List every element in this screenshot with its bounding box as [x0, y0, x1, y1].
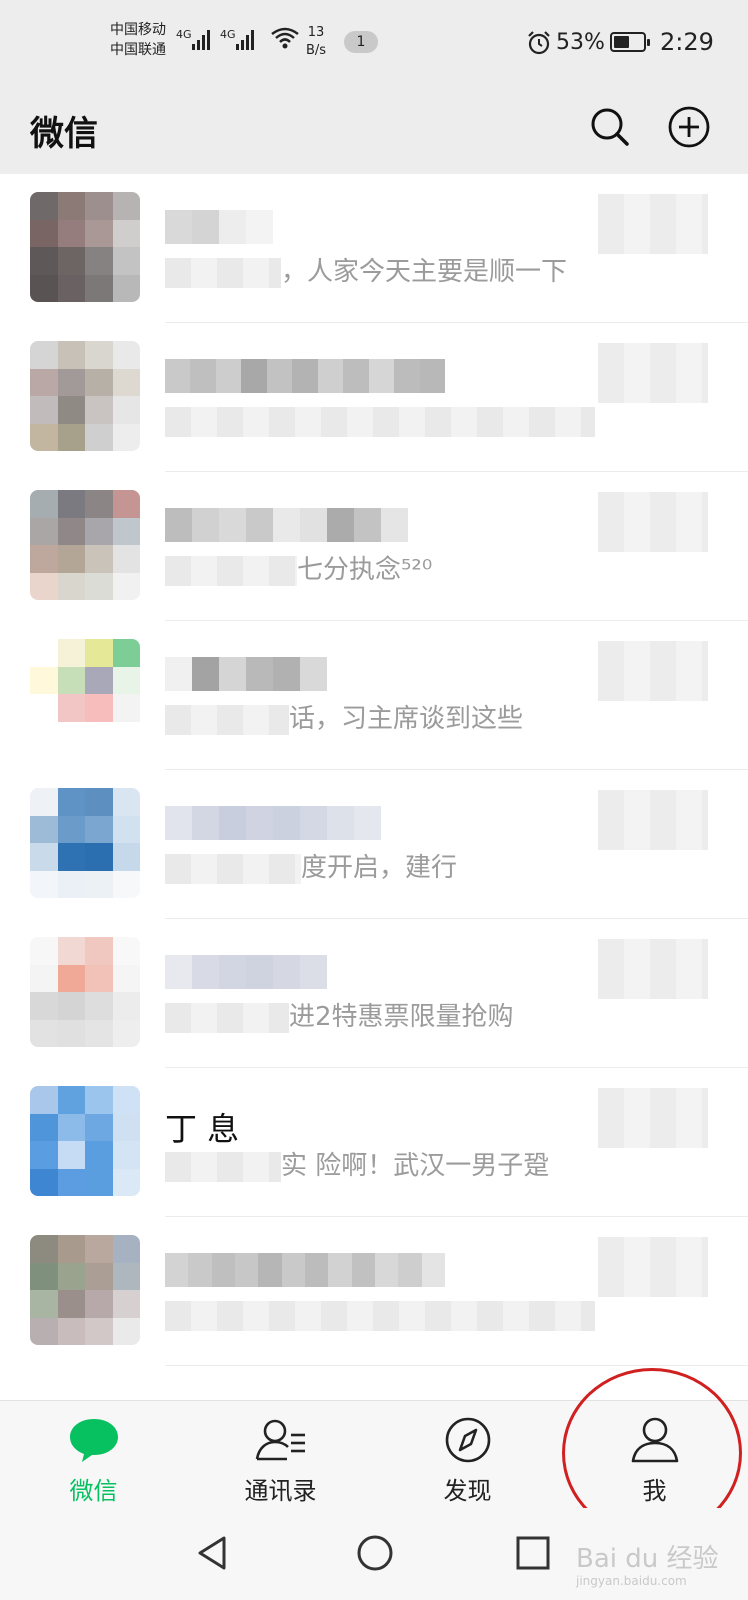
battery-icon: [610, 32, 650, 52]
chat-name: [165, 210, 445, 244]
redacted-block: [165, 406, 595, 437]
chat-row[interactable]: 进2特惠票限量抢购: [0, 919, 748, 1068]
alarm-icon: [528, 31, 550, 55]
recents-icon[interactable]: [508, 1528, 558, 1578]
home-icon[interactable]: [350, 1528, 400, 1578]
redacted-block: [165, 555, 297, 586]
notification-badge: 1: [344, 31, 378, 53]
chat-name: [165, 359, 445, 393]
chat-preview-text: ，人家今天主要是顺一下: [281, 257, 568, 287]
redacted-block: [165, 1300, 595, 1331]
chat-preview: [165, 403, 605, 439]
chat-row[interactable]: 度开启，建行: [0, 770, 748, 919]
battery-percent: 53%: [556, 30, 605, 55]
chat-preview-text: 实 险啊！武汉一男子跫: [281, 1151, 550, 1181]
watermark: Bai du 经验 jingyan.baidu.com: [576, 1538, 719, 1588]
avatar: [30, 1086, 140, 1196]
chat-timestamp-redacted: [598, 790, 708, 850]
signal-icon: [236, 28, 254, 50]
chat-name: 丁 息: [165, 1104, 445, 1148]
compass-icon: [445, 1417, 490, 1463]
chat-preview-text: 话，习主席谈到这些: [289, 704, 524, 734]
chat-name: [165, 508, 445, 542]
avatar: [30, 490, 140, 600]
chat-row[interactable]: 七分执念⁵²⁰: [0, 472, 748, 621]
avatar: [30, 937, 140, 1047]
chat-preview: 度开启，建行: [165, 850, 605, 886]
redacted-block: [165, 853, 301, 884]
chat-timestamp-redacted: [598, 492, 708, 552]
tab-label: 通讯录: [244, 1477, 317, 1505]
chat-row[interactable]: ，人家今天主要是顺一下: [0, 174, 748, 323]
chat-preview: [165, 1297, 605, 1333]
watermark-brand: Bai du 经验: [576, 1544, 719, 1574]
chat-timestamp-redacted: [598, 939, 708, 999]
search-icon[interactable]: [585, 102, 635, 152]
speed-value: 13: [307, 25, 325, 40]
divider: [165, 1365, 748, 1366]
back-icon[interactable]: [188, 1528, 238, 1578]
network-type-2: 4G: [220, 28, 236, 41]
tab-discover[interactable]: 发现: [374, 1401, 561, 1509]
chat-row[interactable]: [0, 1217, 748, 1366]
avatar: [30, 639, 140, 749]
chat-row[interactable]: 话，习主席谈到这些: [0, 621, 748, 770]
chat-name: [165, 955, 445, 989]
redacted-block: [165, 1002, 289, 1033]
redacted-block: [165, 1151, 281, 1182]
chat-preview-text: 进2特惠票限量抢购: [289, 1002, 514, 1032]
clock: 2:29: [660, 28, 714, 56]
tab-label: 微信: [69, 1477, 118, 1505]
plus-circle-icon[interactable]: [664, 102, 714, 152]
chat-name: [165, 1253, 445, 1287]
network-type-1: 4G: [176, 28, 192, 41]
chat-name-text: 丁 息: [165, 1110, 240, 1148]
watermark-url: jingyan.baidu.com: [576, 1574, 687, 1588]
chat-timestamp-redacted: [598, 343, 708, 403]
network-speed: 13 B/s: [306, 24, 326, 60]
app-header: 微信: [0, 88, 748, 174]
tab-label: 发现: [443, 1477, 492, 1505]
chat-preview: 实 险啊！武汉一男子跫: [165, 1148, 605, 1184]
chat-name: [165, 806, 445, 840]
chat-preview: 七分执念⁵²⁰: [165, 552, 605, 588]
tab-contacts[interactable]: 通讯录: [187, 1401, 374, 1509]
chat-bubble-icon: [69, 1419, 118, 1462]
chat-preview: ，人家今天主要是顺一下: [165, 254, 605, 290]
chat-preview-text: 度开启，建行: [301, 853, 458, 883]
contacts-icon: [255, 1419, 305, 1461]
signal-icon: [192, 28, 210, 50]
page-title: 微信: [30, 114, 98, 154]
chat-row[interactable]: 丁 息实 险啊！武汉一男子跫: [0, 1068, 748, 1217]
chat-name: [165, 657, 445, 691]
chat-timestamp-redacted: [598, 641, 708, 701]
avatar: [30, 341, 140, 451]
speed-unit: B/s: [306, 43, 327, 58]
carrier-names: 中国移动 中国联通: [110, 20, 166, 60]
redacted-block: [165, 704, 289, 735]
avatar: [30, 192, 140, 302]
carrier-2: 中国联通: [110, 42, 166, 58]
avatar: [30, 1235, 140, 1345]
chat-timestamp-redacted: [598, 1237, 708, 1297]
chat-timestamp-redacted: [598, 1088, 708, 1148]
redacted-block: [165, 257, 281, 288]
wifi-icon: [271, 27, 299, 49]
chat-preview: 进2特惠票限量抢购: [165, 999, 605, 1035]
battery-fill: [614, 36, 629, 48]
status-bar: 中国移动 中国联通 4G 4G 13 B/s 1 53% 2:29: [0, 0, 748, 88]
chat-preview-text: 七分执念⁵²⁰: [297, 555, 433, 585]
tab-chats[interactable]: 微信: [0, 1401, 187, 1509]
avatar: [30, 788, 140, 898]
carrier-1: 中国移动: [110, 22, 166, 38]
chat-list: ，人家今天主要是顺一下七分执念⁵²⁰ 话，习主席谈到这些度开启，建行进2特惠票限量…: [0, 174, 748, 1400]
chat-row[interactable]: [0, 323, 748, 472]
chat-preview: 话，习主席谈到这些: [165, 701, 605, 737]
chat-timestamp-redacted: [598, 194, 708, 254]
